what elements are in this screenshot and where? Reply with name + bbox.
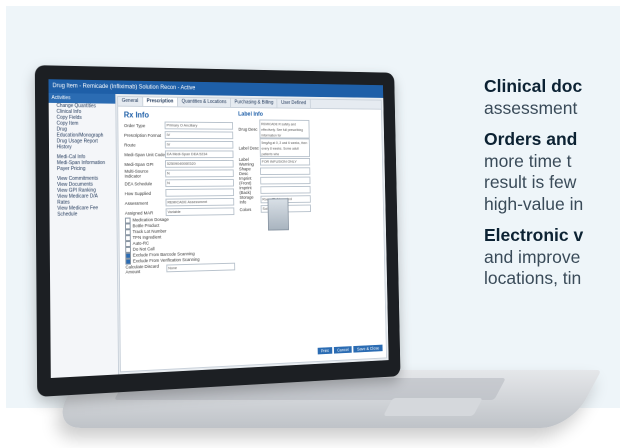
rx-info-form: Order Type Primary O Ancillary Prescriptio… <box>124 120 235 274</box>
label-key: Label Warning <box>239 157 260 166</box>
button-0[interactable]: Print <box>317 347 332 354</box>
checkbox-label: Bottle Product <box>132 223 159 228</box>
label-row: Imprint (Front) <box>239 176 310 186</box>
form-label: Multi-Source Indicator <box>124 169 165 179</box>
label-row: Label Warning FOR INFUSION ONLY <box>239 157 310 167</box>
label-key: Colors <box>240 207 261 212</box>
checkbox-label: Track Lot Number <box>133 229 167 234</box>
checkbox-label: Auto-RC <box>133 241 149 246</box>
copy-heading-2: Orders and <box>484 129 577 149</box>
form-field[interactable]: Variable <box>166 207 235 216</box>
app-title: Drug Item - Remicade (Infliximab) Soluti… <box>52 83 195 91</box>
form-label: Medi-Span Unit Code <box>124 152 165 157</box>
rx-info-title: Rx Info <box>124 111 149 120</box>
form-label: Assigned MAR <box>125 210 166 215</box>
label-key: Drug Desc <box>238 126 259 131</box>
form-label: Assessment <box>125 200 166 205</box>
form-row: Prescription Format IV <box>124 130 233 140</box>
calc-select[interactable]: None <box>166 263 235 273</box>
form-field[interactable]: IV <box>165 131 234 139</box>
copy-text-2b: result is few <box>484 172 576 192</box>
form-field[interactable]: REMICADE Assessment <box>166 198 235 206</box>
checkbox-label: Do Not Call <box>133 247 155 252</box>
form-row: Order Type Primary O Ancillary <box>124 120 233 130</box>
laptop-lid: Drug Item - Remicade (Infliximab) Soluti… <box>35 65 401 397</box>
sidebar-item[interactable]: View Medicare Fee Schedule <box>49 205 116 218</box>
label-key: Label Desc <box>239 145 260 150</box>
label-field[interactable] <box>260 186 310 194</box>
form-label: DEA Schedule <box>125 181 166 186</box>
copy-text-1: assessment <box>484 98 577 118</box>
copy-heading-3: Electronic v <box>484 225 583 245</box>
tab-1[interactable]: Prescription <box>143 97 178 106</box>
calc-label: Calculate Discard Amount <box>125 264 166 275</box>
button-1[interactable]: Cancel <box>334 346 352 353</box>
laptop-screen: Drug Item - Remicade (Infliximab) Soluti… <box>48 79 388 378</box>
sidebar-item[interactable]: View Medicare D/A Rates <box>49 193 116 206</box>
form-label: Route <box>124 142 165 147</box>
copy-text-2c: high-value in <box>484 194 583 214</box>
form-row: Multi-Source Indicator N <box>124 168 233 178</box>
tab-4[interactable]: User Defined <box>278 99 311 108</box>
form-field[interactable]: 5250904000E520 <box>165 160 234 168</box>
copy-text-2a: more time t <box>484 151 572 171</box>
label-field[interactable]: 5mg/kg at 0, 2 and 6 weeks, then every 8… <box>260 138 310 157</box>
label-field[interactable]: REMICADE R safety and effectively. See f… <box>259 120 309 139</box>
activities-sidebar: Activities Change Quantities Clinical Inf… <box>49 93 119 378</box>
label-field[interactable] <box>260 167 310 175</box>
label-key: Imprint (Front) <box>239 176 260 186</box>
tab-0[interactable]: General <box>118 97 143 106</box>
drug-item-form: General Prescription Quantities & Location… <box>117 96 387 372</box>
form-row: Medi-Span Unit Code EA Medi-Span DEA 5234 <box>124 149 233 159</box>
label-field[interactable] <box>260 177 310 185</box>
label-key: Shape Desc <box>239 167 260 177</box>
label-key: Storage Info <box>239 195 260 205</box>
form-label: How Supplied <box>125 190 166 195</box>
form-row: Medi-Span GPI 5250904000E520 <box>124 159 233 169</box>
form-row: Route IV <box>124 140 233 150</box>
label-info-title: Label Info <box>238 112 263 118</box>
label-row: Drug Desc REMICADE R safety and effective… <box>238 119 309 138</box>
checkbox-label: Medication Dosage <box>132 217 168 222</box>
form-label: Prescription Format <box>124 132 165 137</box>
button-2[interactable]: Save & Close <box>354 345 383 353</box>
form-label: Order Type <box>124 123 165 128</box>
copy-text-3b: locations, tin <box>484 268 581 288</box>
label-key: Imprint (Back) <box>239 185 260 195</box>
form-field[interactable] <box>165 188 234 196</box>
form-field[interactable]: EA Medi-Span DEA 5234 <box>165 150 234 158</box>
marketing-copy: Clinical doc assessment Orders and more ti… <box>484 76 620 300</box>
form-label: Medi-Span GPI <box>124 162 165 167</box>
tab-bar: General Prescription Quantities & Location… <box>118 97 381 110</box>
tab-2[interactable]: Quantities & Locations <box>178 98 231 107</box>
dialog-buttons: Print Cancel Save & Close <box>316 337 383 357</box>
tab-3[interactable]: Purchasing & Billing <box>231 99 278 108</box>
form-field[interactable]: N <box>165 179 234 187</box>
form-field[interactable]: N <box>165 169 234 177</box>
laptop-trackpad <box>383 398 483 416</box>
form-field[interactable]: IV <box>165 141 234 149</box>
copy-text-3a: and improve <box>484 247 580 267</box>
sidebar-item[interactable]: Drug Education/Monograph <box>49 127 116 139</box>
calc-row: Calculate Discard Amount None <box>125 262 235 275</box>
copy-heading-1: Clinical doc <box>484 76 582 96</box>
label-field[interactable]: FOR INFUSION ONLY <box>260 158 310 166</box>
form-field[interactable]: Primary O Ancillary <box>165 122 234 130</box>
checkbox-label: TPN Ingredient <box>133 235 162 240</box>
label-row: Label Desc 5mg/kg at 0, 2 and 6 weeks, th… <box>239 138 310 157</box>
label-row: Shape Desc <box>239 166 310 176</box>
drug-image <box>268 198 289 230</box>
